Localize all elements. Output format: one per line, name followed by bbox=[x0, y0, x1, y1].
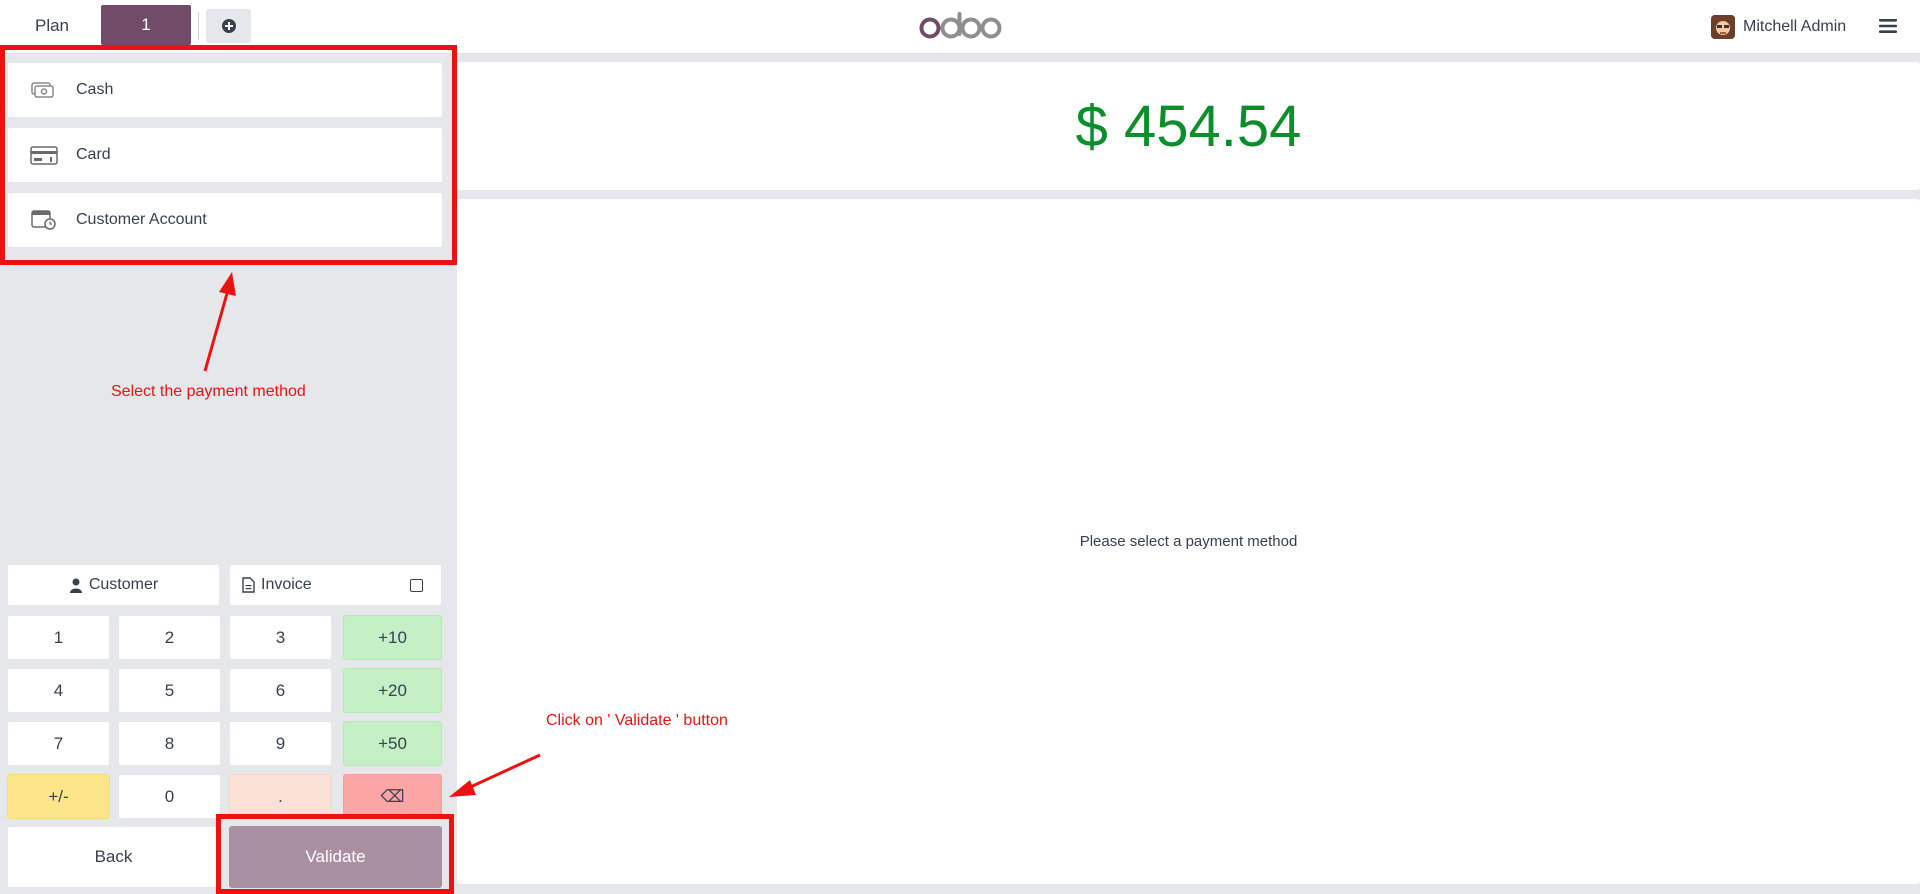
plus-circle-icon bbox=[221, 19, 236, 33]
numpad-plus-10[interactable]: +10 bbox=[343, 615, 442, 660]
numpad-key-3[interactable]: 3 bbox=[229, 615, 332, 660]
document-icon bbox=[242, 577, 255, 593]
annotation-box-payment-methods bbox=[0, 45, 457, 265]
payment-right-panel: $ 454.54 Please select a payment method bbox=[457, 54, 1920, 894]
user-name: Mitchell Admin bbox=[1743, 18, 1847, 35]
new-order-button[interactable] bbox=[206, 9, 251, 43]
payment-lines-area: Please select a payment method bbox=[457, 199, 1920, 884]
user-menu[interactable]: Mitchell Admin bbox=[1711, 13, 1846, 41]
numpad-decimal[interactable]: . bbox=[229, 774, 332, 819]
numpad-sign-toggle[interactable]: +/- bbox=[7, 774, 110, 819]
tab-order-1[interactable]: 1 bbox=[101, 5, 191, 45]
avatar bbox=[1711, 15, 1735, 39]
customer-label: Customer bbox=[88, 576, 159, 593]
numpad-key-7[interactable]: 7 bbox=[7, 721, 110, 766]
numpad-key-6[interactable]: 6 bbox=[229, 668, 332, 713]
customer-button[interactable]: Customer bbox=[7, 564, 220, 606]
total-amount-card: $ 454.54 bbox=[457, 62, 1920, 190]
numpad-key-5[interactable]: 5 bbox=[118, 668, 221, 713]
numpad-plus-20[interactable]: +20 bbox=[343, 668, 442, 713]
numpad-key-0[interactable]: 0 bbox=[118, 774, 221, 819]
invoice-button[interactable]: Invoice bbox=[229, 564, 442, 606]
annotation-text-click-validate: Click on ' Validate ' button bbox=[546, 712, 728, 729]
tab-divider bbox=[198, 12, 199, 40]
hamburger-menu-icon[interactable] bbox=[1876, 14, 1900, 38]
numpad-key-9[interactable]: 9 bbox=[229, 721, 332, 766]
tab-plan[interactable]: Plan bbox=[12, 5, 92, 47]
invoice-label: Invoice bbox=[261, 576, 312, 593]
numpad-key-4[interactable]: 4 bbox=[7, 668, 110, 713]
invoice-checkbox[interactable] bbox=[410, 579, 423, 592]
numpad-plus-50[interactable]: +50 bbox=[343, 721, 442, 766]
user-icon bbox=[69, 578, 82, 593]
total-amount: $ 454.54 bbox=[1075, 93, 1302, 159]
numpad-backspace[interactable]: ⌫ bbox=[343, 774, 442, 819]
annotation-text-select-method: Select the payment method bbox=[111, 383, 306, 400]
select-payment-message: Please select a payment method bbox=[1079, 533, 1298, 550]
numpad-key-2[interactable]: 2 bbox=[118, 615, 221, 660]
annotation-box-validate bbox=[216, 814, 454, 894]
back-button[interactable]: Back bbox=[7, 826, 220, 888]
numpad-key-1[interactable]: 1 bbox=[7, 615, 110, 660]
numpad-key-8[interactable]: 8 bbox=[118, 721, 221, 766]
odoo-logo bbox=[919, 12, 1002, 39]
